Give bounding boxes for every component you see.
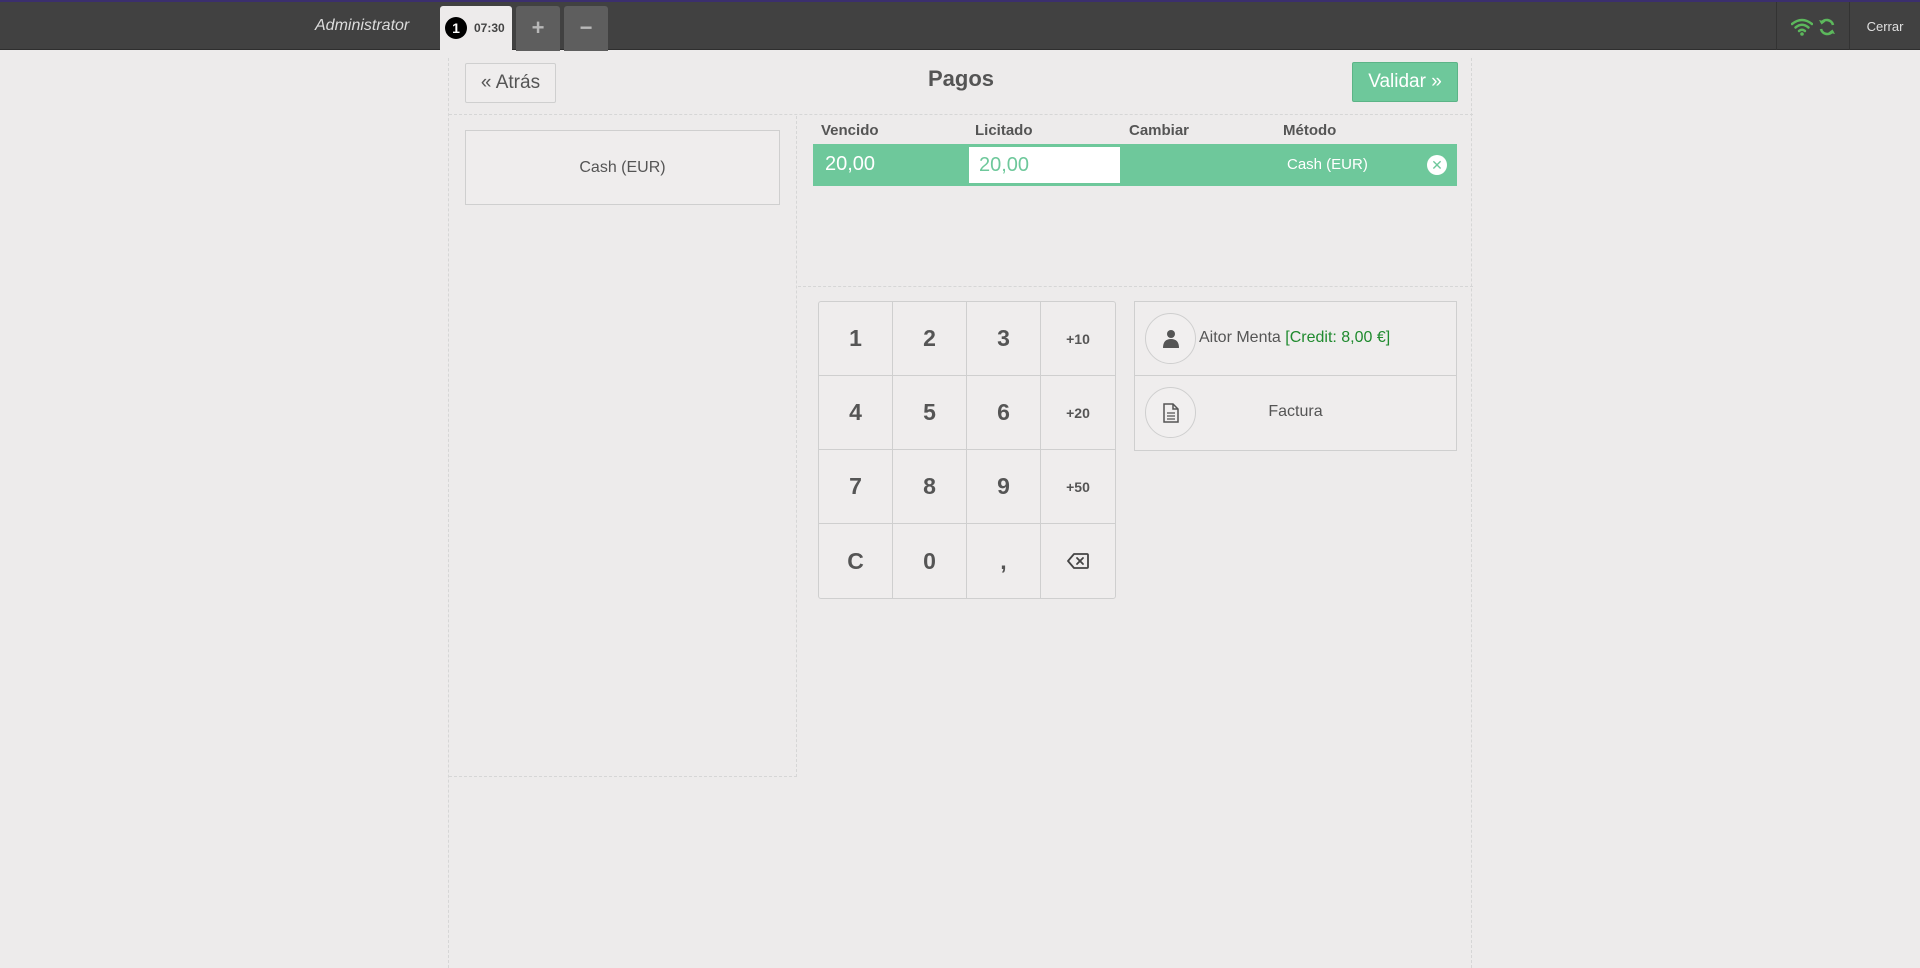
paymentline-due: 20,00 [825, 153, 876, 175]
column-method: Método [1283, 122, 1337, 139]
numpad-key-1[interactable]: 1 [819, 302, 893, 376]
customer-avatar [1145, 313, 1196, 364]
order-time: 07:30 [474, 21, 505, 35]
numpad-key-decimal[interactable]: , [967, 524, 1041, 598]
payment-header: « Atrás Pagos Validar » [449, 58, 1473, 115]
user-icon [1163, 330, 1179, 348]
sync-icon[interactable] [1818, 18, 1836, 36]
customer-credit: [Credit: 8,00 €] [1285, 329, 1391, 346]
customer-button[interactable]: Aitor Menta [Credit: 8,00 €] [1135, 302, 1456, 376]
validate-button[interactable]: Validar » [1352, 62, 1458, 102]
backspace-icon [1067, 553, 1089, 569]
order-tab[interactable]: 1 07:30 [440, 6, 512, 52]
numpad-key-6[interactable]: 6 [967, 376, 1041, 450]
payment-actions: Aitor Menta [Credit: 8,00 €] Factura [1134, 301, 1457, 451]
numpad-key-5[interactable]: 5 [893, 376, 967, 450]
column-change: Cambiar [1129, 122, 1190, 139]
delete-paymentline-icon[interactable]: ✕ [1427, 155, 1447, 175]
numpad-key-backspace[interactable] [1041, 524, 1115, 598]
paymentline-row[interactable]: 20,00 20,00 Cash (EUR) ✕ [813, 144, 1457, 186]
customer-label: Aitor Menta [Credit: 8,00 €] [1199, 329, 1390, 347]
numpad-key-8[interactable]: 8 [893, 450, 967, 524]
numpad-key-4[interactable]: 4 [819, 376, 893, 450]
order-number-badge: 1 [445, 17, 467, 39]
numpad-key-9[interactable]: 9 [967, 450, 1041, 524]
validate-label: Validar [1368, 71, 1426, 92]
payment-methods-column [449, 116, 797, 777]
numpad-key-plus-10[interactable]: +10 [1041, 302, 1115, 376]
paymentlines: Vencido Licitado Cambiar Método 20,00 20… [813, 120, 1457, 186]
numpad-key-plus-20[interactable]: +20 [1041, 376, 1115, 450]
payment-method-cash[interactable]: Cash (EUR) [465, 130, 780, 205]
invoice-label: Factura [1268, 403, 1323, 420]
divider [798, 286, 1473, 287]
status-area [1776, 2, 1850, 50]
page-title: Pagos [927, 66, 995, 91]
customer-name: Aitor Menta [1199, 329, 1281, 346]
top-bar: Administrator 1 07:30 + − Cerrar [0, 0, 1920, 52]
invoice-button[interactable]: Factura [1135, 376, 1456, 450]
add-order-button[interactable]: + [516, 6, 560, 51]
numpad-key-7[interactable]: 7 [819, 450, 893, 524]
numpad: 1 2 3 +10 4 5 6 +20 7 8 9 +50 C 0 , [818, 301, 1116, 599]
remove-order-button[interactable]: − [564, 6, 608, 51]
paymentlines-header: Vencido Licitado Cambiar Método [813, 120, 1457, 144]
close-button[interactable]: Cerrar [1850, 2, 1920, 50]
numpad-key-plus-50[interactable]: +50 [1041, 450, 1115, 524]
numpad-key-0[interactable]: 0 [893, 524, 967, 598]
double-chevron-right-icon: » [1431, 71, 1442, 92]
paymentline-tendered-input[interactable]: 20,00 [966, 144, 1123, 186]
numpad-key-3[interactable]: 3 [967, 302, 1041, 376]
numpad-key-2[interactable]: 2 [893, 302, 967, 376]
column-tendered: Licitado [975, 122, 1033, 139]
numpad-key-clear[interactable]: C [819, 524, 893, 598]
paymentline-method: Cash (EUR) [1287, 156, 1368, 173]
column-due: Vencido [821, 122, 879, 139]
payment-screen: « Atrás Pagos Validar » Cash (EUR) Venci… [448, 58, 1473, 968]
wifi-icon [1791, 18, 1813, 36]
username: Administrator [315, 17, 410, 34]
